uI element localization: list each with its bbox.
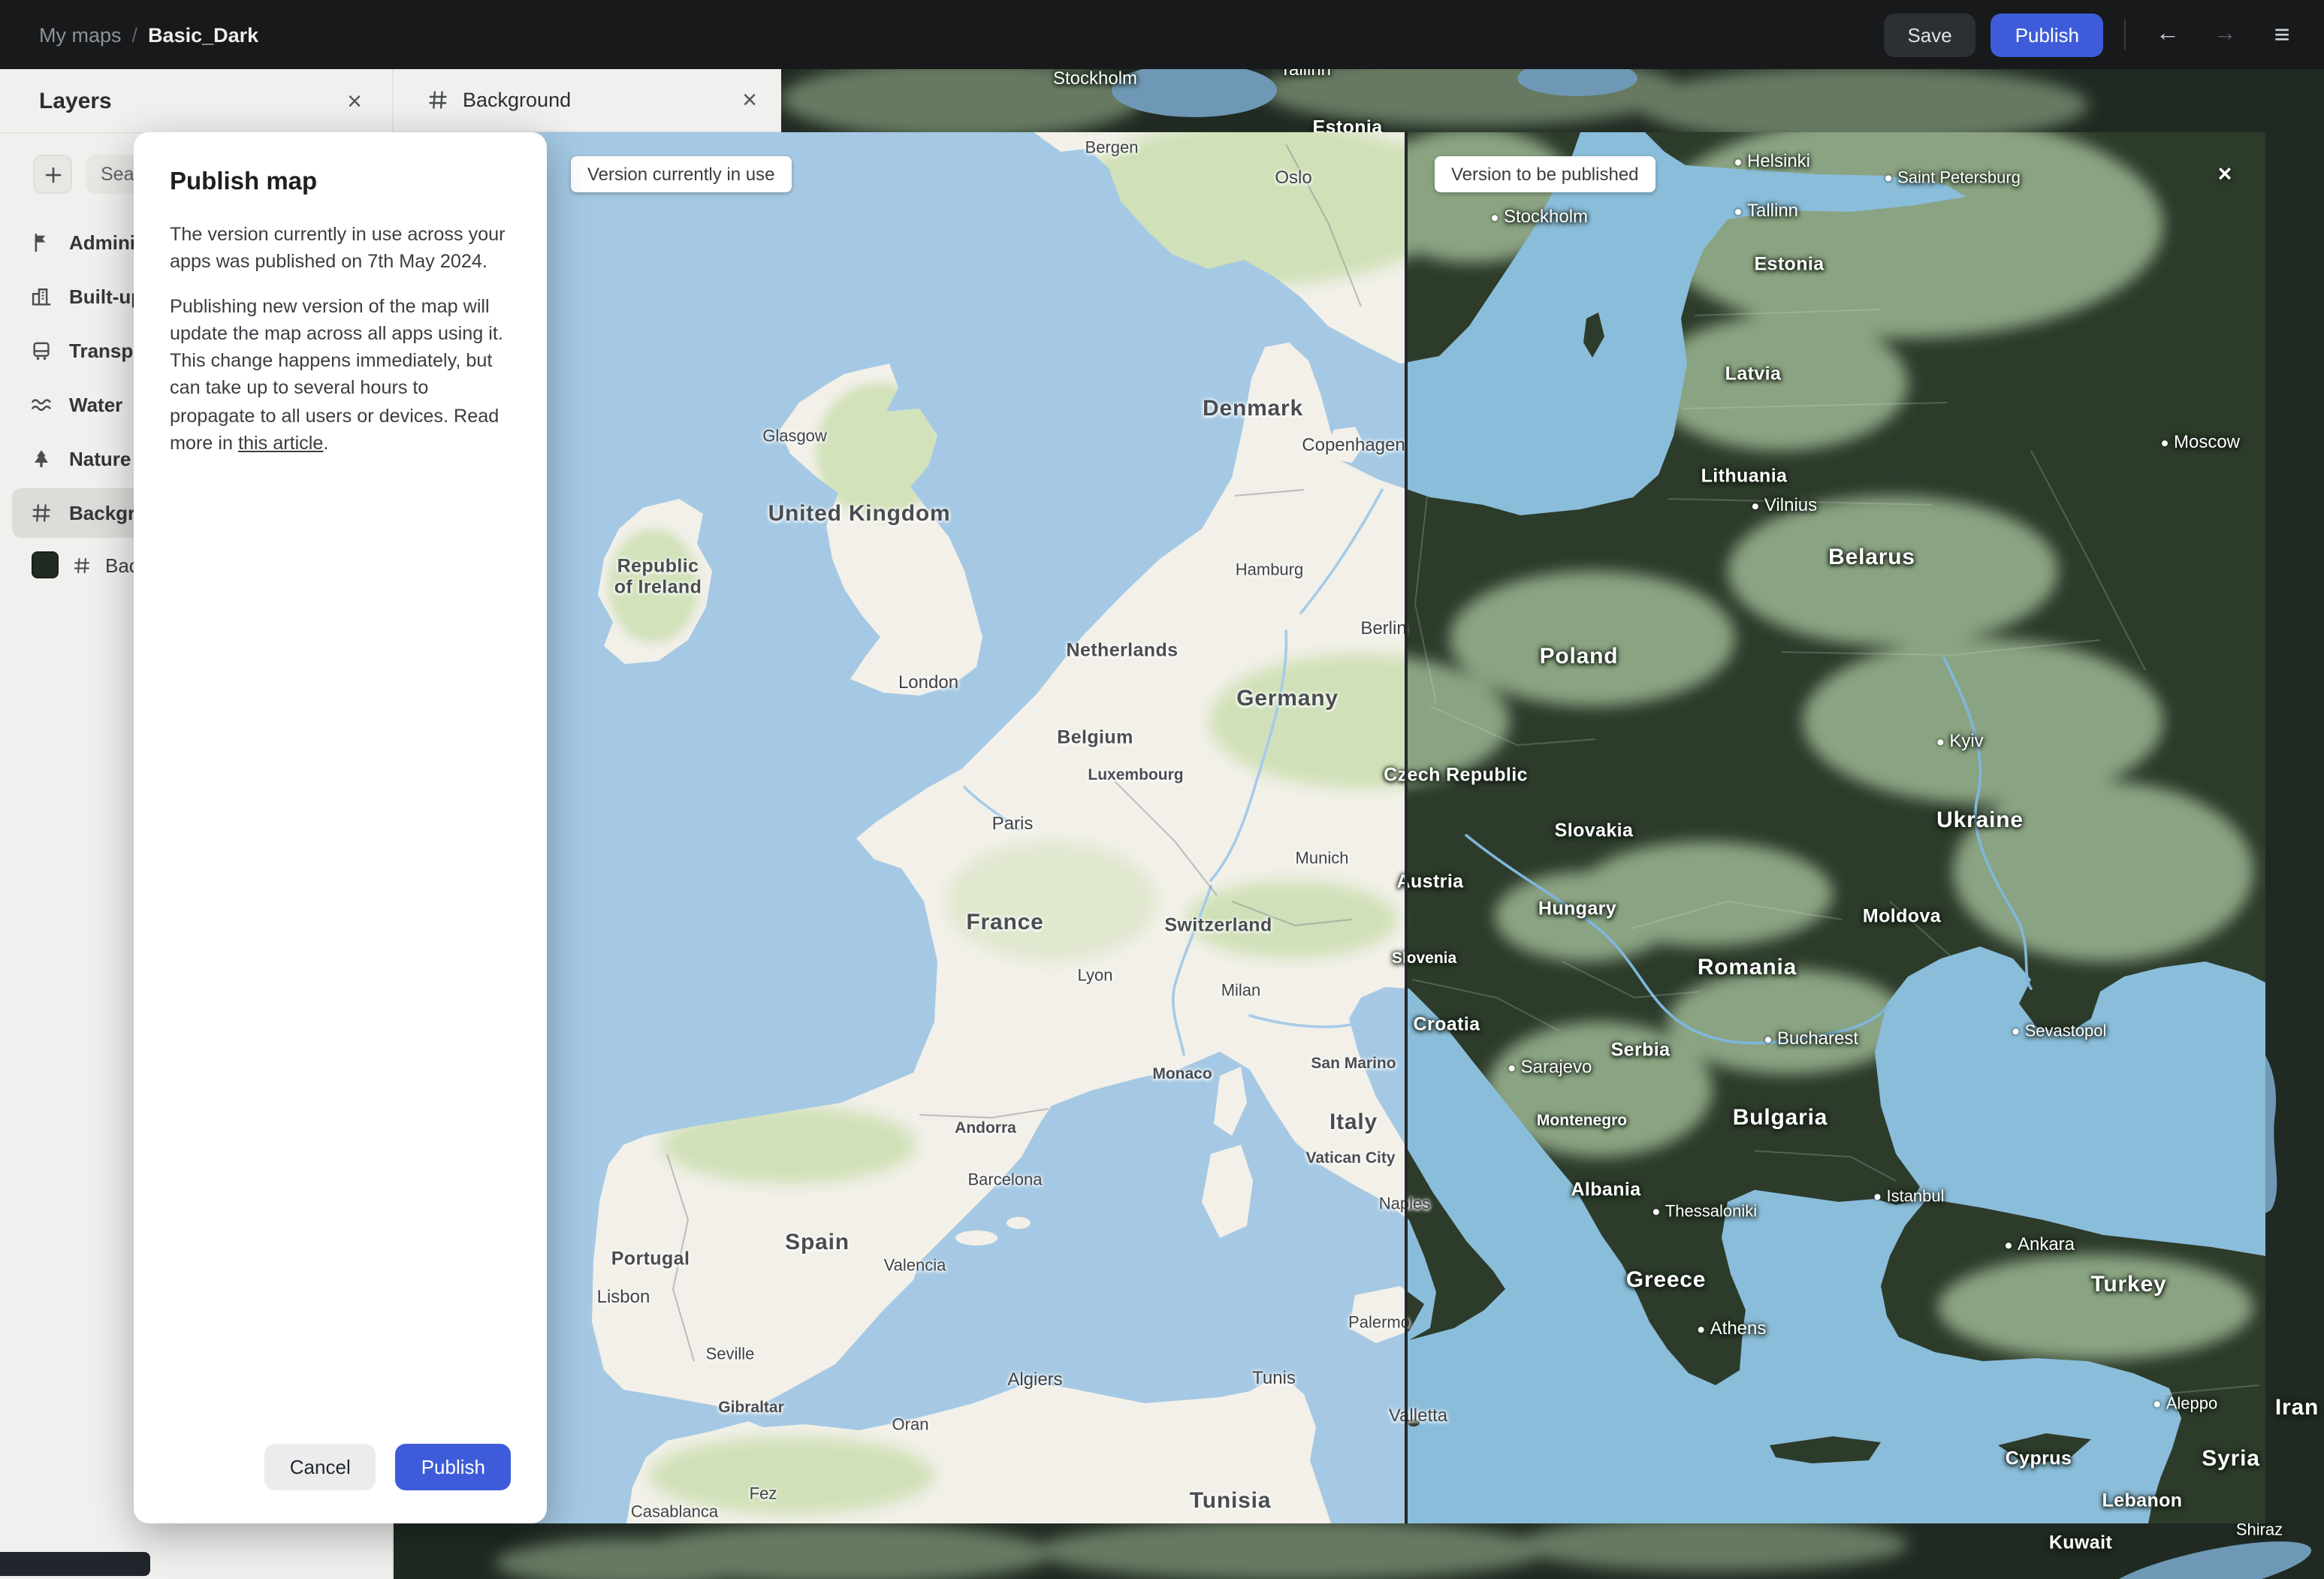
layer-item-label: Water: [69, 394, 123, 416]
layers-panel-title: Layers: [39, 88, 112, 113]
add-layer-button[interactable]: [33, 155, 72, 194]
close-layers-panel-button[interactable]: ×: [344, 85, 365, 116]
close-comparison-button[interactable]: ×: [2208, 159, 2241, 192]
hamburger-menu-icon[interactable]: ≡: [2261, 14, 2303, 56]
plus-icon: [41, 163, 64, 186]
comparison-divider-handle[interactable]: [1405, 132, 1408, 1523]
version-badge-new: Version to be published: [1435, 156, 1655, 192]
layer-item-label: Nature: [69, 448, 131, 470]
this-article-link[interactable]: this article: [238, 433, 323, 454]
buildings-icon: [30, 285, 53, 308]
map-editor-app: Stockholm Tallinn Estonia Iran Kuwait Shiraz …: [0, 0, 2324, 1579]
cancel-button[interactable]: Cancel: [264, 1444, 376, 1490]
grid-icon: [427, 89, 449, 111]
close-background-tab-button[interactable]: ×: [739, 84, 760, 116]
grid-icon: [30, 502, 53, 524]
version-badge-current: Version currently in use: [571, 156, 792, 192]
dialog-paragraph-2: Publishing new version of the map will u…: [170, 292, 511, 457]
dialog-paragraph-2-period: .: [323, 432, 329, 454]
breadcrumb-map-name: Basic_Dark: [148, 23, 259, 46]
publish-map-dialog: Publish map The version currently in use…: [134, 132, 547, 1523]
redo-forward-icon[interactable]: →: [2204, 14, 2246, 56]
publish-button[interactable]: Publish: [1990, 13, 2103, 56]
breadcrumb: My maps / Basic_Dark: [39, 23, 258, 46]
layer-color-swatch[interactable]: [32, 551, 59, 578]
dialog-paragraph-2-text: Publishing new version of the map will u…: [170, 295, 503, 454]
save-button[interactable]: Save: [1883, 13, 1976, 56]
tree-icon: [30, 448, 53, 470]
breadcrumb-separator: /: [131, 23, 138, 46]
dialog-publish-button[interactable]: Publish: [395, 1444, 511, 1490]
undo-back-icon[interactable]: ←: [2147, 14, 2189, 56]
top-bar: My maps / Basic_Dark Save Publish ← → ≡: [0, 0, 2324, 69]
dialog-actions: Cancel Publish: [264, 1444, 511, 1490]
version-comparison-view: Bergen Oslo Glasgow United Kingdom Republic …: [394, 132, 2265, 1523]
map-attribution-bar: [0, 1552, 150, 1576]
dialog-title: Publish map: [170, 168, 318, 195]
top-bar-actions: Save Publish ← → ≡: [1883, 13, 2303, 56]
flag-icon: [30, 231, 53, 254]
bus-icon: [30, 340, 53, 362]
layer-item-label: Built-up: [69, 285, 143, 308]
toolbar-divider: [2124, 20, 2126, 50]
layers-panel-header: Layers ×: [0, 69, 392, 134]
background-tab[interactable]: Background ×: [394, 69, 781, 132]
breadcrumb-my-maps[interactable]: My maps: [39, 23, 122, 46]
dialog-paragraph-1: The version currently in use across your…: [170, 224, 506, 273]
waves-icon: [30, 394, 53, 416]
background-tab-label: Background: [463, 89, 572, 111]
grid-icon: [72, 555, 92, 575]
